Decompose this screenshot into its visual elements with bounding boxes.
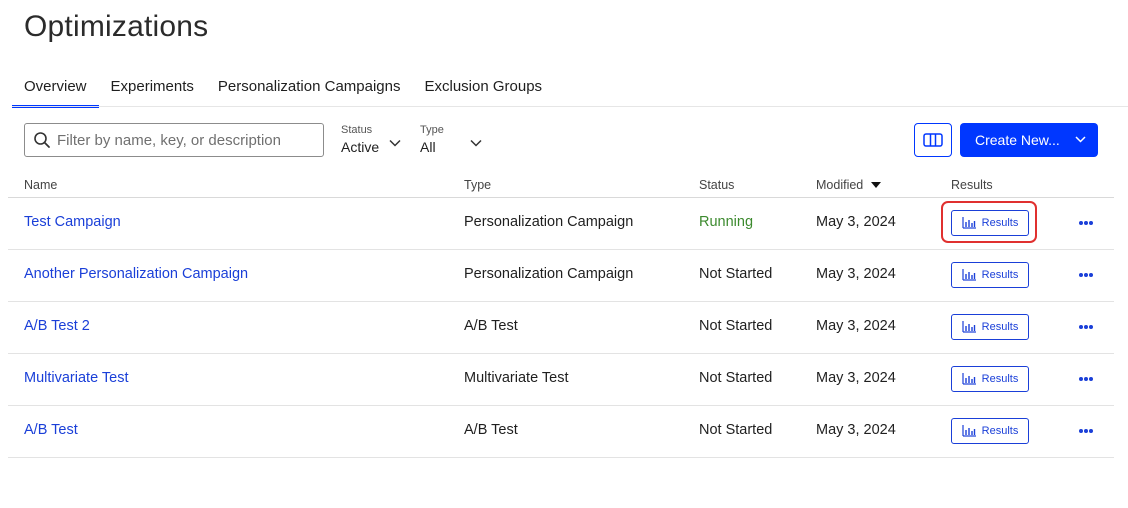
row-type: Personalization Campaign [464,266,634,282]
more-actions-button[interactable] [1076,426,1096,436]
row-status: Not Started [699,422,773,438]
table-row: Test Campaign Personalization Campaign R… [8,198,1114,250]
row-modified: May 3, 2024 [816,266,896,282]
optimizations-table: Name Type Status Modified Results Test C… [8,172,1114,458]
sort-descending-icon [870,182,881,188]
row-status: Not Started [699,318,773,334]
row-name-link[interactable]: Multivariate Test [24,370,129,386]
search-field[interactable] [24,123,324,157]
search-icon [34,132,50,148]
more-actions-button[interactable] [1076,218,1096,228]
results-button-label: Results [981,373,1019,385]
chevron-down-icon [389,139,401,147]
results-button-label: Results [981,269,1019,281]
row-name-link[interactable]: Another Personalization Campaign [24,266,248,282]
column-header-results: Results [951,178,993,192]
create-new-button[interactable]: Create New... [960,123,1098,157]
row-modified: May 3, 2024 [816,370,896,386]
row-modified: May 3, 2024 [816,214,896,230]
tab-personalization-campaigns[interactable]: Personalization Campaigns [206,70,413,108]
column-header-name[interactable]: Name [24,178,57,192]
results-button[interactable]: Results [951,418,1029,444]
row-modified: May 3, 2024 [816,422,896,438]
row-status: Running [699,214,754,230]
tab-overview[interactable]: Overview [12,70,99,108]
type-filter[interactable]: Type All [420,124,482,157]
bar-chart-icon [962,373,976,385]
results-button[interactable]: Results [951,210,1029,236]
table-row: Multivariate Test Multivariate Test Not … [8,354,1114,406]
columns-button[interactable] [914,123,952,157]
column-header-type[interactable]: Type [464,178,491,192]
row-name-link[interactable]: Test Campaign [24,214,121,230]
search-input[interactable] [57,131,307,149]
tabs-divider [12,106,1128,107]
status-filter[interactable]: Status Active [341,124,401,157]
table-row: A/B Test 2 A/B Test Not Started May 3, 2… [8,302,1114,354]
row-modified: May 3, 2024 [816,318,896,334]
row-name-link[interactable]: A/B Test 2 [24,318,90,334]
more-actions-button[interactable] [1076,322,1096,332]
results-button-label: Results [981,321,1019,333]
row-type: A/B Test [464,422,518,438]
row-name-link[interactable]: A/B Test [24,422,78,438]
more-actions-button[interactable] [1076,374,1096,384]
bar-chart-icon [962,425,976,437]
columns-icon [923,133,943,147]
bar-chart-icon [962,217,976,229]
column-header-modified[interactable]: Modified [816,178,881,192]
row-status: Not Started [699,370,773,386]
row-status: Not Started [699,266,773,282]
results-button[interactable]: Results [951,314,1029,340]
column-header-status[interactable]: Status [699,178,734,192]
table-header: Name Type Status Modified Results [8,172,1114,198]
results-button-label: Results [981,217,1019,229]
column-header-modified-label: Modified [816,178,864,192]
type-filter-value: All [420,139,436,155]
more-actions-button[interactable] [1076,270,1096,280]
bar-chart-icon [962,321,976,333]
type-filter-label: Type [420,124,444,136]
chevron-down-icon [1075,136,1086,143]
tab-experiments[interactable]: Experiments [99,70,206,108]
status-filter-value: Active [341,139,380,155]
row-type: Personalization Campaign [464,214,634,230]
table-row: A/B Test A/B Test Not Started May 3, 202… [8,406,1114,458]
chevron-down-icon [470,139,482,147]
results-button[interactable]: Results [951,366,1029,392]
tab-bar: Overview Experiments Personalization Cam… [12,70,554,108]
results-button[interactable]: Results [951,262,1029,288]
page-title: Optimizations [24,10,209,43]
tab-exclusion-groups[interactable]: Exclusion Groups [413,70,555,108]
row-type: A/B Test [464,318,518,334]
table-row: Another Personalization Campaign Persona… [8,250,1114,302]
results-button-label: Results [981,425,1019,437]
create-new-label: Create New... [975,132,1060,148]
row-type: Multivariate Test [464,370,569,386]
status-filter-label: Status [341,124,373,136]
bar-chart-icon [962,269,976,281]
